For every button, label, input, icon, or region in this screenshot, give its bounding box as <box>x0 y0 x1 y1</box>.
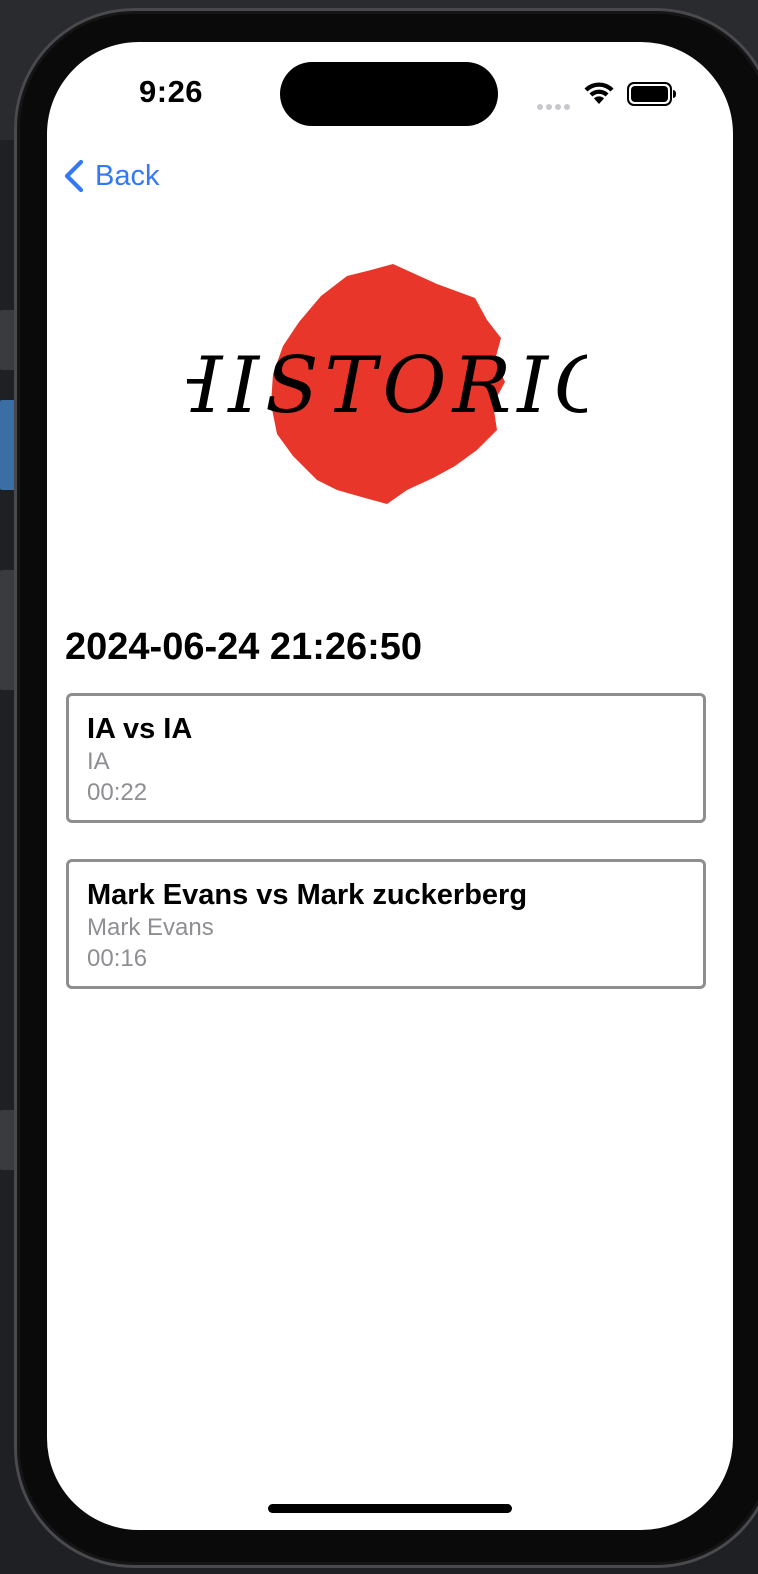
home-indicator[interactable] <box>268 1504 512 1513</box>
wifi-icon <box>584 82 614 104</box>
historic-logo: HISTORIC <box>187 264 587 504</box>
chevron-left-icon <box>64 159 84 193</box>
game-winner: Mark Evans <box>87 914 214 941</box>
game-duration: 00:22 <box>87 779 148 806</box>
game-card[interactable]: Mark Evans vs Mark zuckerberg Mark Evans… <box>66 859 706 989</box>
section-date-title: 2024-06-24 21:26:50 <box>65 626 423 668</box>
back-label: Back <box>95 159 160 192</box>
dynamic-island <box>280 62 498 126</box>
back-button[interactable]: Back <box>61 154 159 198</box>
status-time: 9:26 <box>139 74 204 109</box>
game-duration: 00:16 <box>87 945 148 972</box>
logo-text: HISTORIC <box>187 341 587 431</box>
game-winner: IA <box>87 748 110 775</box>
status-bar: 9:26 <box>47 42 733 142</box>
game-title: Mark Evans vs Mark zuckerberg <box>87 879 528 911</box>
game-title: IA vs IA <box>87 713 193 745</box>
battery-icon <box>627 82 676 106</box>
cellular-signal-icon <box>537 97 573 110</box>
game-card[interactable]: IA vs IA IA 00:22 <box>66 693 706 823</box>
app-screen: 9:26 Back HISTORIC 2024-06-24 21:26:50 I… <box>47 42 733 1530</box>
